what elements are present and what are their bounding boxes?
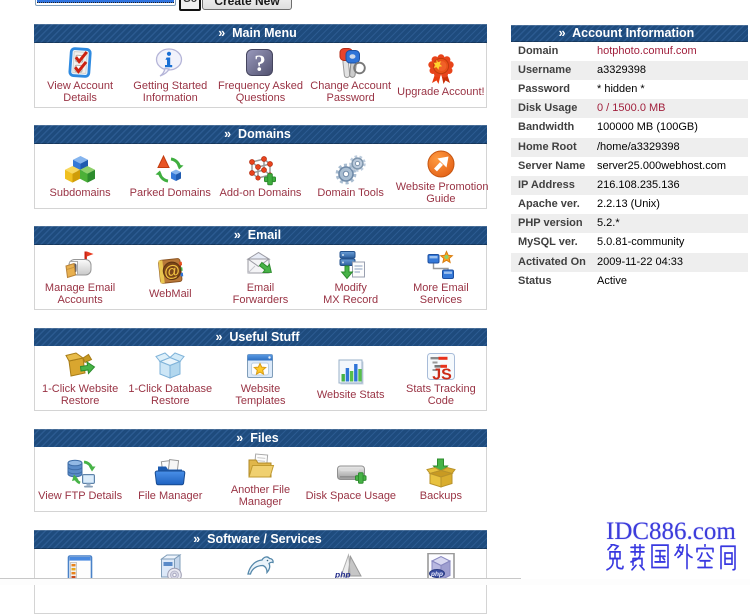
- svg-text:JS: JS: [432, 366, 452, 382]
- svg-text:@: @: [164, 262, 181, 281]
- svg-text:?: ?: [255, 51, 267, 76]
- svg-text:php: php: [430, 571, 443, 578]
